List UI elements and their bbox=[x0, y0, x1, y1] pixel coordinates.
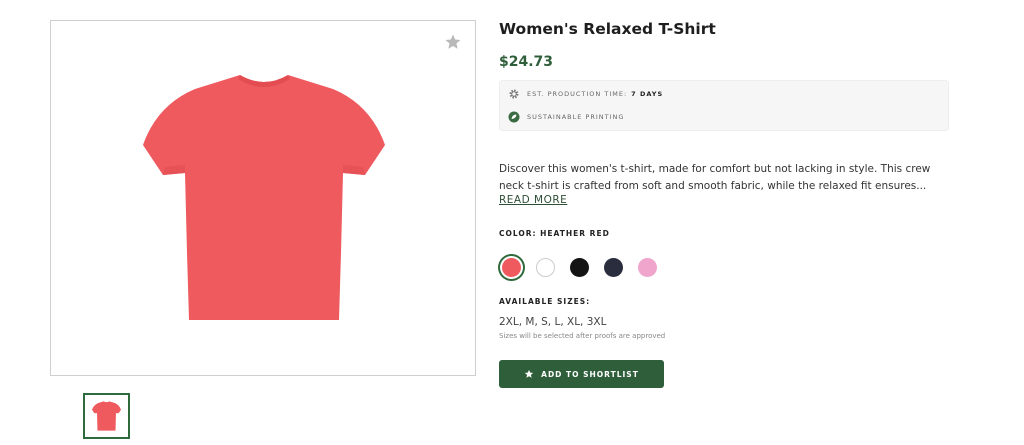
sustainable-printing-label: SUSTAINABLE PRINTING bbox=[527, 113, 625, 121]
production-time-row: EST. PRODUCTION TIME: 7 DAYS bbox=[508, 87, 663, 101]
add-to-shortlist-button[interactable]: ADD TO SHORTLIST bbox=[499, 360, 664, 388]
color-label: COLOR: HEATHER RED bbox=[499, 229, 610, 238]
sustainable-printing-row: SUSTAINABLE PRINTING bbox=[508, 110, 624, 124]
production-time-value: 7 DAYS bbox=[631, 90, 664, 98]
gear-icon bbox=[509, 89, 519, 99]
leaf-icon bbox=[508, 111, 520, 123]
product-description: Discover this women's t-shirt, made for … bbox=[499, 163, 931, 192]
thumbnail-selected[interactable] bbox=[83, 393, 130, 439]
sizes-list: 2XL, M, S, L, XL, 3XL bbox=[499, 316, 607, 328]
product-title: Women's Relaxed T-Shirt bbox=[499, 20, 716, 38]
add-to-shortlist-label: ADD TO SHORTLIST bbox=[541, 369, 639, 379]
product-price: $24.73 bbox=[499, 54, 554, 70]
tshirt-image bbox=[143, 75, 385, 320]
tshirt-thumbnail-image bbox=[92, 401, 121, 431]
color-swatch-navy[interactable] bbox=[604, 258, 623, 277]
color-swatch-pink[interactable] bbox=[638, 258, 657, 277]
product-main-image bbox=[50, 20, 476, 376]
sizes-label: AVAILABLE SIZES: bbox=[499, 297, 591, 306]
star-icon bbox=[524, 369, 534, 378]
color-swatch-black[interactable] bbox=[570, 258, 589, 277]
favorite-star-icon[interactable] bbox=[444, 33, 462, 51]
production-time-label: EST. PRODUCTION TIME: bbox=[527, 90, 628, 98]
sizes-note: Sizes will be selected after proofs are … bbox=[499, 332, 666, 340]
color-swatch-heather-red[interactable] bbox=[502, 258, 521, 277]
production-info-box: EST. PRODUCTION TIME: 7 DAYS SUSTAINABLE… bbox=[499, 80, 949, 131]
color-swatch-white[interactable] bbox=[536, 258, 555, 277]
read-more-link[interactable]: READ MORE bbox=[499, 194, 567, 206]
